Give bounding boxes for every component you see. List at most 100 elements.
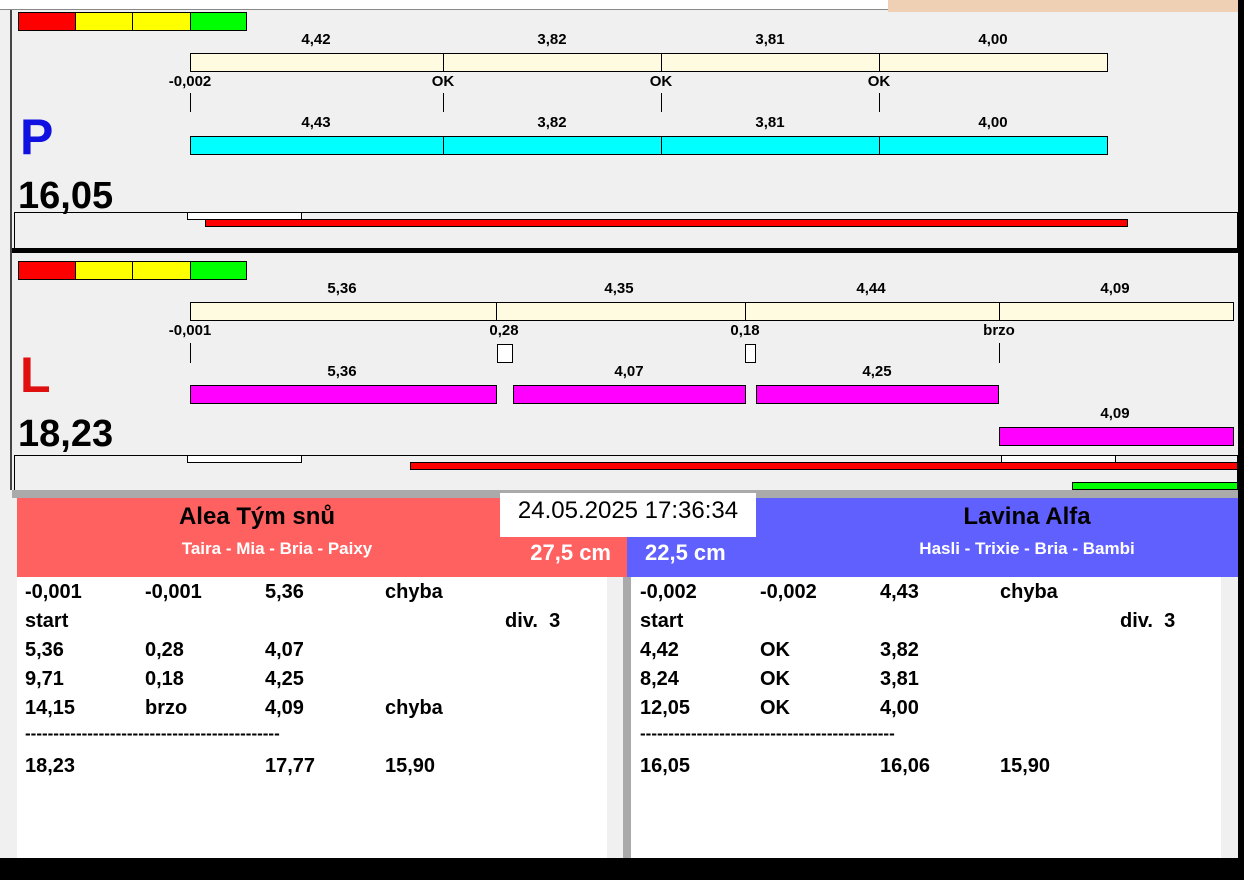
gap-marker (745, 344, 756, 363)
reference-bar (879, 53, 1108, 72)
total-cell: 15,90 (1000, 755, 1051, 777)
split-label: 4,25 (862, 363, 892, 380)
gap-marker (497, 344, 513, 363)
team-height: 27,5 cm (530, 540, 611, 565)
table-divider-line: ----------------------------------------… (640, 724, 895, 743)
lane-total: 18,23 (18, 413, 114, 455)
split-label: 4,09 (1100, 405, 1130, 422)
right-scrollbar[interactable] (1221, 577, 1237, 858)
table-cell: 3,82 (880, 639, 919, 661)
bottom-bar (0, 858, 1244, 880)
split-label: 4,00 (978, 114, 1008, 131)
datetime: 24.05.2025 17:36:34 (500, 493, 756, 537)
split-label: 3,82 (537, 31, 567, 48)
split-label: 4,44 (856, 280, 886, 297)
table-cell: 0,28 (145, 639, 184, 661)
status-yellow (132, 12, 191, 31)
table-cell: start (640, 610, 684, 632)
table-divider (623, 577, 631, 858)
table-cell: OK (760, 668, 790, 690)
status-yellow (75, 12, 133, 31)
split-label: 4,42 (301, 31, 331, 48)
division-label: div. 3 (1120, 610, 1176, 632)
table-cell: -0,001 (145, 581, 202, 603)
table-cell: 4,43 (880, 581, 919, 603)
table-cell: -0,002 (640, 581, 697, 603)
tick (443, 93, 444, 112)
progress-red (410, 462, 1238, 470)
table-cell: 4,42 (640, 639, 679, 661)
table-cell: 8,24 (640, 668, 679, 690)
lane-separator (12, 248, 1238, 253)
table-cell: brzo (145, 697, 188, 719)
team-height: 22,5 cm (645, 540, 726, 565)
table-divider-line: ----------------------------------------… (25, 724, 280, 743)
tick (879, 93, 880, 112)
total-cell: 16,05 (640, 755, 691, 777)
status-green (190, 12, 247, 31)
table-cell: -0,002 (760, 581, 817, 603)
split-label: 5,36 (327, 280, 357, 297)
total-cell: 15,90 (385, 755, 436, 777)
run-bar (190, 136, 444, 155)
tick (190, 343, 191, 363)
run-bar (999, 427, 1234, 446)
table-cell: OK (760, 639, 790, 661)
split-label: 5,36 (327, 363, 357, 380)
table-cell: 14,15 (25, 697, 76, 719)
split-label: 4,09 (1100, 280, 1130, 297)
reference-bar (443, 53, 662, 72)
reference-bar (661, 53, 880, 72)
table-cell: 0,18 (145, 668, 184, 690)
handover-label: OK (649, 73, 673, 90)
status-yellow (75, 261, 133, 280)
total-cell: 16,06 (880, 755, 931, 777)
run-bar (661, 136, 880, 155)
tick (661, 93, 662, 112)
top-strip-accent (888, 0, 1238, 12)
table-cell: OK (760, 697, 790, 719)
split-label: 3,81 (755, 114, 785, 131)
reference-bar (496, 302, 746, 321)
top-tab-strip (0, 0, 888, 10)
status-yellow (132, 261, 191, 280)
handover-label: OK (431, 73, 455, 90)
table-cell: 5,36 (265, 581, 304, 603)
left-scrollbar[interactable] (607, 577, 623, 858)
total-cell: 17,77 (265, 755, 316, 777)
tick (999, 343, 1000, 363)
run-bar (756, 385, 999, 404)
reference-bar (190, 302, 497, 321)
run-bar (879, 136, 1108, 155)
split-label: 4,07 (614, 363, 644, 380)
split-label: 3,82 (537, 114, 567, 131)
run-bar (443, 136, 662, 155)
status-red (18, 12, 76, 31)
table-cell: 5,36 (25, 639, 64, 661)
table-cell: 12,05 (640, 697, 691, 719)
right-border (1238, 0, 1244, 880)
split-label: 3,81 (755, 31, 785, 48)
progress-red (205, 219, 1128, 227)
table-cell: 3,81 (880, 668, 919, 690)
table-cell: 4,09 (265, 697, 304, 719)
table-cell: 4,00 (880, 697, 919, 719)
split-label: 4,35 (604, 280, 634, 297)
team-dogs: Taira - Mia - Bria - Paixy (181, 539, 373, 558)
run-bar (190, 385, 497, 404)
run-bar (513, 385, 746, 404)
handover-label: -0,001 (168, 322, 212, 339)
table-cell: 4,07 (265, 639, 304, 661)
handover-label: brzo (983, 322, 1015, 339)
team-name: Alea Tým snů (178, 503, 336, 530)
table-cell: chyba (385, 697, 443, 719)
handover-label: 0,28 (489, 322, 519, 339)
table-cell: chyba (1000, 581, 1058, 603)
division-label: div. 3 (505, 610, 561, 632)
handover-label: OK (867, 73, 891, 90)
reference-bar (745, 302, 1000, 321)
table-cell: 4,25 (265, 668, 304, 690)
reference-bar (190, 53, 444, 72)
split-label: 4,00 (978, 31, 1008, 48)
reference-bar (999, 302, 1234, 321)
